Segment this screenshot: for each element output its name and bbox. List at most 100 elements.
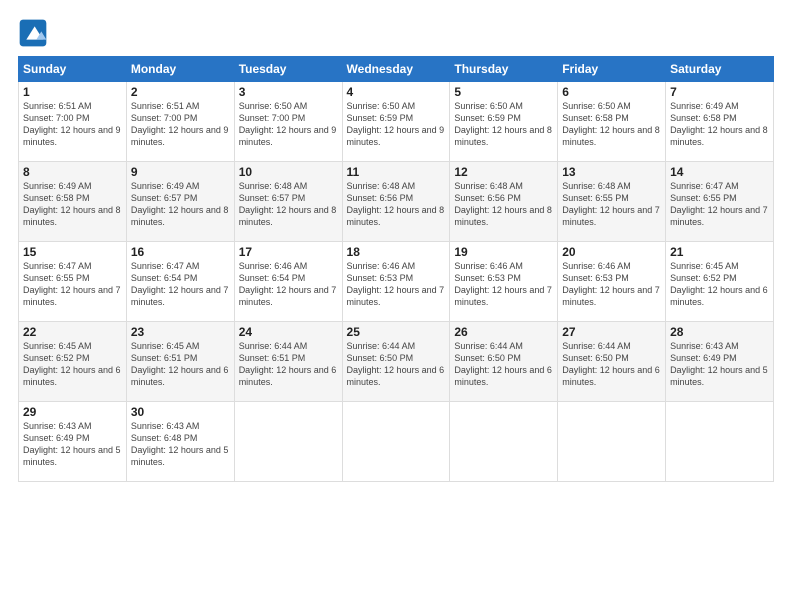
calendar-cell: 3Sunrise: 6:50 AMSunset: 7:00 PMDaylight… [234, 82, 342, 162]
calendar-cell [342, 402, 450, 482]
calendar-cell: 8Sunrise: 6:49 AMSunset: 6:58 PMDaylight… [19, 162, 127, 242]
col-header-thursday: Thursday [450, 57, 558, 82]
day-info: Sunrise: 6:51 AMSunset: 7:00 PMDaylight:… [23, 100, 122, 149]
day-info: Sunrise: 6:49 AMSunset: 6:58 PMDaylight:… [670, 100, 769, 149]
calendar-cell: 2Sunrise: 6:51 AMSunset: 7:00 PMDaylight… [126, 82, 234, 162]
calendar-cell: 7Sunrise: 6:49 AMSunset: 6:58 PMDaylight… [666, 82, 774, 162]
day-number: 12 [454, 165, 553, 179]
calendar-cell: 29Sunrise: 6:43 AMSunset: 6:49 PMDayligh… [19, 402, 127, 482]
calendar-week-row: 1Sunrise: 6:51 AMSunset: 7:00 PMDaylight… [19, 82, 774, 162]
col-header-friday: Friday [558, 57, 666, 82]
calendar-cell: 14Sunrise: 6:47 AMSunset: 6:55 PMDayligh… [666, 162, 774, 242]
day-number: 28 [670, 325, 769, 339]
calendar-cell: 10Sunrise: 6:48 AMSunset: 6:57 PMDayligh… [234, 162, 342, 242]
day-info: Sunrise: 6:44 AMSunset: 6:51 PMDaylight:… [239, 340, 338, 389]
day-number: 13 [562, 165, 661, 179]
day-info: Sunrise: 6:51 AMSunset: 7:00 PMDaylight:… [131, 100, 230, 149]
calendar-cell: 11Sunrise: 6:48 AMSunset: 6:56 PMDayligh… [342, 162, 450, 242]
calendar-cell: 18Sunrise: 6:46 AMSunset: 6:53 PMDayligh… [342, 242, 450, 322]
day-info: Sunrise: 6:49 AMSunset: 6:58 PMDaylight:… [23, 180, 122, 229]
calendar-cell: 1Sunrise: 6:51 AMSunset: 7:00 PMDaylight… [19, 82, 127, 162]
page-header [18, 18, 774, 48]
calendar-cell: 22Sunrise: 6:45 AMSunset: 6:52 PMDayligh… [19, 322, 127, 402]
day-number: 9 [131, 165, 230, 179]
col-header-saturday: Saturday [666, 57, 774, 82]
col-header-tuesday: Tuesday [234, 57, 342, 82]
day-info: Sunrise: 6:45 AMSunset: 6:52 PMDaylight:… [23, 340, 122, 389]
calendar-cell: 12Sunrise: 6:48 AMSunset: 6:56 PMDayligh… [450, 162, 558, 242]
calendar-cell: 25Sunrise: 6:44 AMSunset: 6:50 PMDayligh… [342, 322, 450, 402]
calendar-cell [234, 402, 342, 482]
calendar-cell [558, 402, 666, 482]
day-number: 1 [23, 85, 122, 99]
day-number: 10 [239, 165, 338, 179]
day-info: Sunrise: 6:44 AMSunset: 6:50 PMDaylight:… [562, 340, 661, 389]
calendar-cell: 13Sunrise: 6:48 AMSunset: 6:55 PMDayligh… [558, 162, 666, 242]
day-info: Sunrise: 6:45 AMSunset: 6:52 PMDaylight:… [670, 260, 769, 309]
calendar-header: SundayMondayTuesdayWednesdayThursdayFrid… [19, 57, 774, 82]
calendar-cell: 6Sunrise: 6:50 AMSunset: 6:58 PMDaylight… [558, 82, 666, 162]
day-number: 19 [454, 245, 553, 259]
day-number: 15 [23, 245, 122, 259]
day-number: 25 [347, 325, 446, 339]
day-number: 22 [23, 325, 122, 339]
day-info: Sunrise: 6:46 AMSunset: 6:53 PMDaylight:… [562, 260, 661, 309]
logo-icon [18, 18, 48, 48]
day-number: 14 [670, 165, 769, 179]
day-info: Sunrise: 6:46 AMSunset: 6:53 PMDaylight:… [347, 260, 446, 309]
day-number: 24 [239, 325, 338, 339]
col-header-sunday: Sunday [19, 57, 127, 82]
calendar-cell: 16Sunrise: 6:47 AMSunset: 6:54 PMDayligh… [126, 242, 234, 322]
day-info: Sunrise: 6:50 AMSunset: 6:59 PMDaylight:… [347, 100, 446, 149]
day-number: 29 [23, 405, 122, 419]
calendar-week-row: 15Sunrise: 6:47 AMSunset: 6:55 PMDayligh… [19, 242, 774, 322]
day-number: 20 [562, 245, 661, 259]
day-number: 16 [131, 245, 230, 259]
day-info: Sunrise: 6:47 AMSunset: 6:55 PMDaylight:… [23, 260, 122, 309]
day-number: 5 [454, 85, 553, 99]
day-info: Sunrise: 6:43 AMSunset: 6:48 PMDaylight:… [131, 420, 230, 469]
day-info: Sunrise: 6:43 AMSunset: 6:49 PMDaylight:… [23, 420, 122, 469]
calendar-cell: 24Sunrise: 6:44 AMSunset: 6:51 PMDayligh… [234, 322, 342, 402]
calendar-cell: 30Sunrise: 6:43 AMSunset: 6:48 PMDayligh… [126, 402, 234, 482]
day-info: Sunrise: 6:50 AMSunset: 7:00 PMDaylight:… [239, 100, 338, 149]
calendar-cell: 17Sunrise: 6:46 AMSunset: 6:54 PMDayligh… [234, 242, 342, 322]
day-number: 8 [23, 165, 122, 179]
col-header-monday: Monday [126, 57, 234, 82]
day-info: Sunrise: 6:44 AMSunset: 6:50 PMDaylight:… [347, 340, 446, 389]
calendar-cell: 23Sunrise: 6:45 AMSunset: 6:51 PMDayligh… [126, 322, 234, 402]
day-number: 30 [131, 405, 230, 419]
day-info: Sunrise: 6:48 AMSunset: 6:57 PMDaylight:… [239, 180, 338, 229]
col-header-wednesday: Wednesday [342, 57, 450, 82]
day-number: 2 [131, 85, 230, 99]
calendar-cell: 27Sunrise: 6:44 AMSunset: 6:50 PMDayligh… [558, 322, 666, 402]
calendar-cell [450, 402, 558, 482]
day-number: 27 [562, 325, 661, 339]
calendar-cell [666, 402, 774, 482]
day-number: 7 [670, 85, 769, 99]
day-info: Sunrise: 6:44 AMSunset: 6:50 PMDaylight:… [454, 340, 553, 389]
calendar-cell: 5Sunrise: 6:50 AMSunset: 6:59 PMDaylight… [450, 82, 558, 162]
day-number: 17 [239, 245, 338, 259]
day-info: Sunrise: 6:50 AMSunset: 6:59 PMDaylight:… [454, 100, 553, 149]
day-info: Sunrise: 6:48 AMSunset: 6:56 PMDaylight:… [454, 180, 553, 229]
day-number: 3 [239, 85, 338, 99]
day-info: Sunrise: 6:45 AMSunset: 6:51 PMDaylight:… [131, 340, 230, 389]
day-info: Sunrise: 6:50 AMSunset: 6:58 PMDaylight:… [562, 100, 661, 149]
day-info: Sunrise: 6:47 AMSunset: 6:54 PMDaylight:… [131, 260, 230, 309]
calendar-cell: 28Sunrise: 6:43 AMSunset: 6:49 PMDayligh… [666, 322, 774, 402]
day-number: 6 [562, 85, 661, 99]
logo [18, 18, 52, 48]
calendar-cell: 19Sunrise: 6:46 AMSunset: 6:53 PMDayligh… [450, 242, 558, 322]
day-number: 4 [347, 85, 446, 99]
day-number: 11 [347, 165, 446, 179]
day-info: Sunrise: 6:46 AMSunset: 6:54 PMDaylight:… [239, 260, 338, 309]
day-number: 23 [131, 325, 230, 339]
day-info: Sunrise: 6:49 AMSunset: 6:57 PMDaylight:… [131, 180, 230, 229]
calendar-cell: 21Sunrise: 6:45 AMSunset: 6:52 PMDayligh… [666, 242, 774, 322]
calendar-cell: 9Sunrise: 6:49 AMSunset: 6:57 PMDaylight… [126, 162, 234, 242]
calendar-week-row: 8Sunrise: 6:49 AMSunset: 6:58 PMDaylight… [19, 162, 774, 242]
day-number: 21 [670, 245, 769, 259]
day-info: Sunrise: 6:48 AMSunset: 6:55 PMDaylight:… [562, 180, 661, 229]
calendar-cell: 20Sunrise: 6:46 AMSunset: 6:53 PMDayligh… [558, 242, 666, 322]
